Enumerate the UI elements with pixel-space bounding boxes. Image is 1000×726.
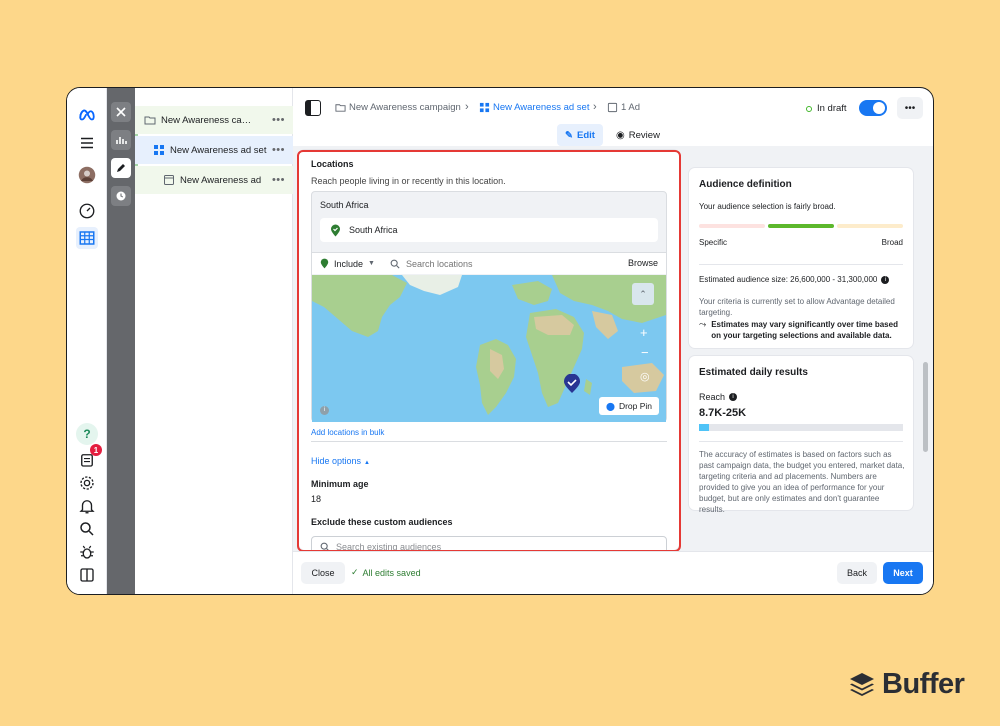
grid-icon <box>154 145 164 155</box>
buffer-wordmark: Buffer <box>882 668 965 700</box>
gear-icon[interactable] <box>76 472 98 494</box>
bug-icon[interactable] <box>76 541 98 563</box>
next-button[interactable]: Next <box>883 562 923 584</box>
checkmark-icon: ✓ <box>351 567 359 577</box>
draft-status: In draft <box>806 103 847 114</box>
ad-icon <box>164 175 174 185</box>
divider <box>699 441 903 442</box>
chevron-right-icon: › <box>593 101 597 113</box>
pencil-icon: ✎ <box>565 129 573 141</box>
left-rail: ? 1 <box>67 88 107 594</box>
eye-icon: ◉ <box>616 129 625 141</box>
chevron-right-icon: › <box>465 101 469 113</box>
grid-icon <box>479 102 490 113</box>
tree-item-ad-set[interactable]: New Awareness ad set ••• <box>135 136 293 164</box>
tree-item-ad[interactable]: New Awareness ad ••• <box>135 166 293 194</box>
ads-manager-window: ? 1 New Awareness camp ••• New Awareness… <box>66 87 934 595</box>
reach-bar <box>699 424 903 431</box>
reach-bar-fill <box>699 424 710 431</box>
status-dot-icon <box>806 105 812 112</box>
bell-icon[interactable] <box>76 495 98 517</box>
campaign-tree: New Awareness campaign ••• New Awareness… <box>135 88 293 594</box>
trend-icon: ⤳ <box>699 319 707 329</box>
editor-tool-strip <box>107 88 135 594</box>
help-icon[interactable]: ? <box>76 423 98 445</box>
editor-footer: Close ✓ All edits saved Back Next <box>293 551 933 594</box>
avatar[interactable] <box>76 164 98 186</box>
more-icon[interactable]: ••• <box>272 174 285 186</box>
notifications-icon[interactable]: 1 <box>76 444 102 471</box>
more-icon[interactable]: ••• <box>272 144 285 156</box>
divider <box>699 264 903 265</box>
search-icon[interactable] <box>76 518 98 540</box>
info-icon[interactable]: i <box>729 393 738 401</box>
audience-summary: Your audience selection is fairly broad. <box>699 202 836 211</box>
gauge-icon[interactable] <box>76 200 98 222</box>
tab-edit[interactable]: ✎ Edit <box>557 124 603 146</box>
folder-icon <box>335 104 346 112</box>
specific-label: Specific <box>699 238 728 247</box>
daily-results-card: Estimated daily results Reach i 8.7K-25K… <box>689 356 913 514</box>
ad-icon <box>607 102 618 113</box>
bar-chart-icon[interactable] <box>111 130 131 150</box>
breadcrumb-campaign[interactable]: New Awareness campaign <box>335 102 461 113</box>
audience-breadth-meter <box>699 224 903 228</box>
notification-badge: 1 <box>90 444 102 456</box>
scrollbar[interactable] <box>923 362 928 452</box>
reach-value: 8.7K-25K <box>699 407 747 419</box>
annotation-highlight-box <box>297 150 681 552</box>
sidebar-toggle-icon[interactable] <box>305 100 321 116</box>
audience-size: Estimated audience size: 26,600,000 - 31… <box>699 274 890 285</box>
panel-toggle-icon[interactable] <box>76 564 98 586</box>
audience-title: Audience definition <box>699 179 792 190</box>
breadcrumb-ad[interactable]: 1 Ad <box>607 102 640 113</box>
buffer-logo-icon <box>850 672 874 696</box>
broad-label: Broad <box>881 238 903 247</box>
table-icon[interactable] <box>76 227 98 249</box>
tree-item-label: New Awareness ad set <box>170 144 267 156</box>
close-icon[interactable] <box>111 102 131 122</box>
more-options-button[interactable]: ••• <box>897 97 923 119</box>
tree-item-campaign[interactable]: New Awareness campaign ••• <box>135 106 293 134</box>
audience-criteria: Your criteria is currently set to allow … <box>699 297 895 317</box>
daily-disclaimer: The accuracy of estimates is based on fa… <box>699 450 905 514</box>
breadcrumb-ad-set[interactable]: New Awareness ad set <box>479 102 589 113</box>
save-status: ✓ All edits saved <box>351 567 421 578</box>
tree-item-label: New Awareness campaign <box>161 114 259 126</box>
pencil-icon[interactable] <box>111 158 131 178</box>
tab-review[interactable]: ◉ Review <box>613 124 663 146</box>
folder-icon <box>144 116 156 125</box>
info-icon[interactable]: i <box>881 275 890 284</box>
audience-definition-card: Audience definition Your audience select… <box>689 168 913 348</box>
reach-label: Reach i <box>699 392 738 402</box>
audience-note: ⤳ Estimates may vary significantly over … <box>699 319 898 340</box>
daily-results-title: Estimated daily results <box>699 367 808 378</box>
more-icon[interactable]: ••• <box>272 114 285 126</box>
buffer-logo: Buffer <box>848 668 965 701</box>
tree-item-label: New Awareness ad <box>180 174 262 186</box>
clock-icon[interactable] <box>111 186 131 206</box>
back-button[interactable]: Back <box>837 562 877 584</box>
draft-toggle[interactable] <box>859 100 887 116</box>
close-button[interactable]: Close <box>301 562 345 584</box>
meta-logo-icon[interactable] <box>76 104 98 126</box>
menu-icon[interactable] <box>76 132 98 154</box>
